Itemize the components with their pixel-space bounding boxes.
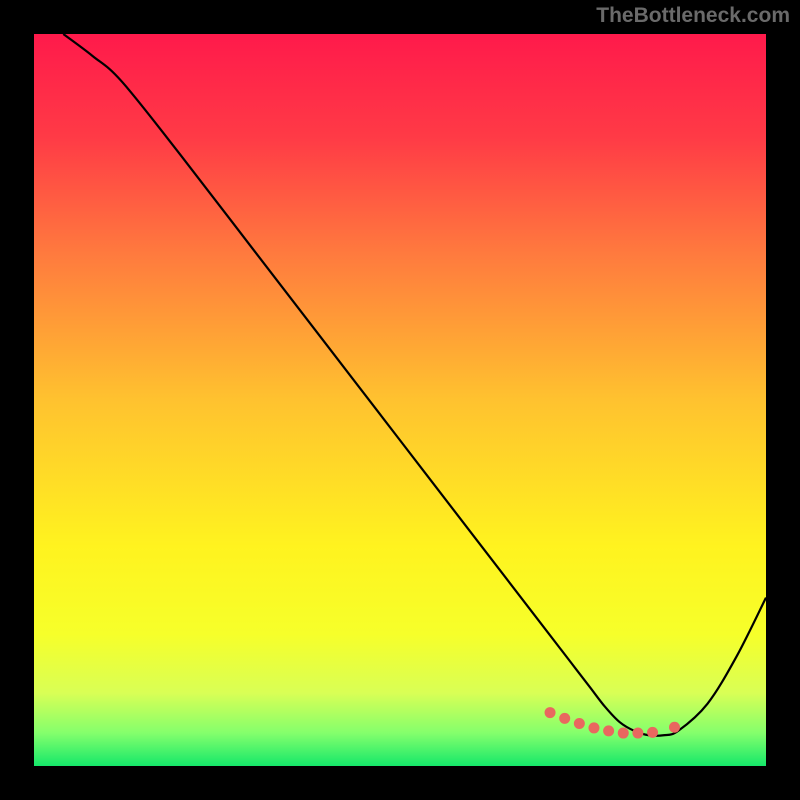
chart-marker: [545, 707, 556, 718]
chart-marker: [669, 722, 680, 733]
chart-marker: [632, 728, 643, 739]
chart-svg: [34, 34, 766, 766]
chart-plot-area: [34, 34, 766, 766]
chart-gradient-background: [34, 34, 766, 766]
attribution-text: TheBottleneck.com: [596, 4, 790, 28]
chart-marker: [618, 728, 629, 739]
chart-marker: [603, 725, 614, 736]
chart-marker: [559, 713, 570, 724]
chart-marker: [647, 727, 658, 738]
chart-marker: [588, 722, 599, 733]
chart-marker: [574, 718, 585, 729]
